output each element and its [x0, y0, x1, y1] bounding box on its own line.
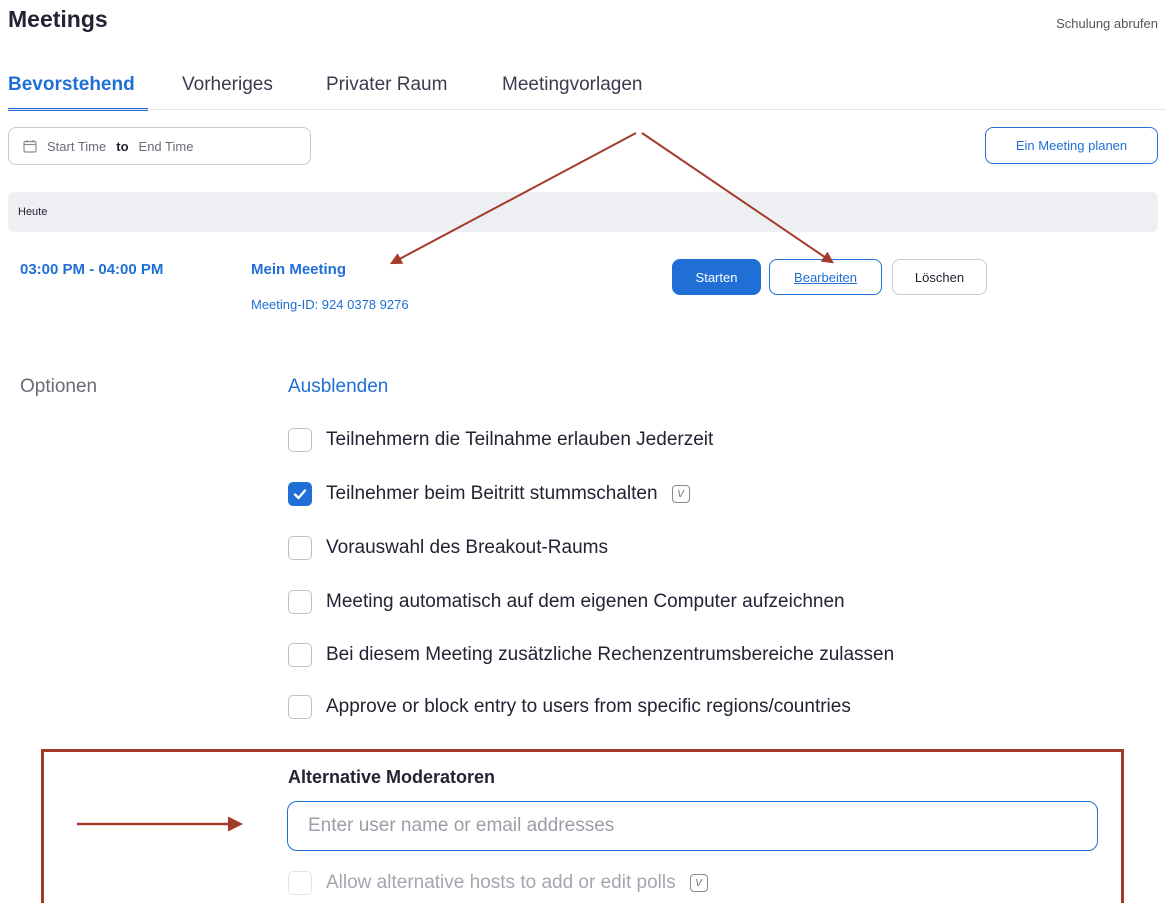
checkbox-disabled[interactable]: [288, 871, 312, 895]
start-button[interactable]: Starten: [672, 259, 761, 295]
meeting-name-link[interactable]: Mein Meeting: [251, 261, 346, 278]
feature-version-icon: V: [689, 874, 708, 892]
option-alt-hosts-polls[interactable]: Allow alternative hosts to add or edit p…: [288, 870, 708, 896]
checkbox[interactable]: [288, 643, 312, 667]
tab-personal-room[interactable]: Privater Raum: [326, 74, 447, 96]
edit-button[interactable]: Bearbeiten: [769, 259, 882, 295]
checkbox[interactable]: [288, 590, 312, 614]
alternative-hosts-title: Alternative Moderatoren: [288, 767, 496, 787]
option-mute-on-entry[interactable]: Teilnehmer beim Beitritt stummschalten V: [288, 481, 690, 507]
option-region-block[interactable]: Approve or block entry to users from spe…: [288, 694, 851, 720]
option-label: Approve or block entry to users from spe…: [326, 696, 851, 717]
hide-options-link[interactable]: Ausblenden: [288, 376, 388, 398]
training-link[interactable]: Schulung abrufen: [1056, 16, 1158, 31]
option-label: Teilnehmer beim Beitritt stummschalten: [326, 483, 658, 504]
option-auto-record[interactable]: Meeting automatisch auf dem eigenen Comp…: [288, 589, 845, 615]
option-label: Meeting automatisch auf dem eigenen Comp…: [326, 591, 845, 612]
delete-button[interactable]: Löschen: [892, 259, 987, 295]
checkbox-checked[interactable]: [288, 482, 312, 506]
checkbox[interactable]: [288, 536, 312, 560]
option-data-center-regions[interactable]: Bei diesem Meeting zusätzliche Rechenzen…: [288, 642, 894, 668]
option-label: Bei diesem Meeting zusätzliche Rechenzen…: [326, 644, 895, 665]
date-range-filter[interactable]: Start Time to End Time: [8, 127, 311, 165]
alternative-hosts-input[interactable]: [287, 801, 1098, 851]
checkbox[interactable]: [288, 695, 312, 719]
schedule-meeting-button[interactable]: Ein Meeting planen: [985, 127, 1158, 164]
range-separator: to: [116, 138, 129, 154]
tab-meeting-templates[interactable]: Meetingvorlagen: [502, 74, 642, 96]
meeting-id: Meeting-ID: 924 0378 9276: [251, 297, 409, 312]
option-label: Vorauswahl des Breakout-Raums: [326, 537, 608, 558]
checkmark-icon: [293, 489, 307, 500]
start-time-field[interactable]: Start Time: [47, 139, 106, 154]
day-header: Heute: [8, 192, 1158, 232]
option-join-anytime[interactable]: Teilnehmern die Teilnahme erlauben Jeder…: [288, 427, 713, 453]
tab-bar: Bevorstehend Vorheriges Privater Raum Me…: [8, 68, 1166, 112]
tab-previous[interactable]: Vorheriges: [182, 74, 273, 96]
meeting-time: 03:00 PM - 04:00 PM: [20, 261, 164, 278]
options-label: Optionen: [20, 376, 98, 397]
checkbox[interactable]: [288, 428, 312, 452]
option-label: Teilnehmern die Teilnahme erlauben Jeder…: [326, 429, 714, 450]
option-label: Allow alternative hosts to add or edit p…: [326, 872, 676, 893]
end-time-field[interactable]: End Time: [139, 139, 194, 154]
page-title: Meetings: [8, 6, 108, 32]
calendar-icon: [23, 140, 37, 153]
feature-version-icon: V: [671, 485, 690, 503]
tab-upcoming[interactable]: Bevorstehend: [8, 74, 135, 96]
option-breakout-preassign[interactable]: Vorauswahl des Breakout-Raums: [288, 535, 608, 561]
tabs-divider: [8, 109, 1166, 110]
